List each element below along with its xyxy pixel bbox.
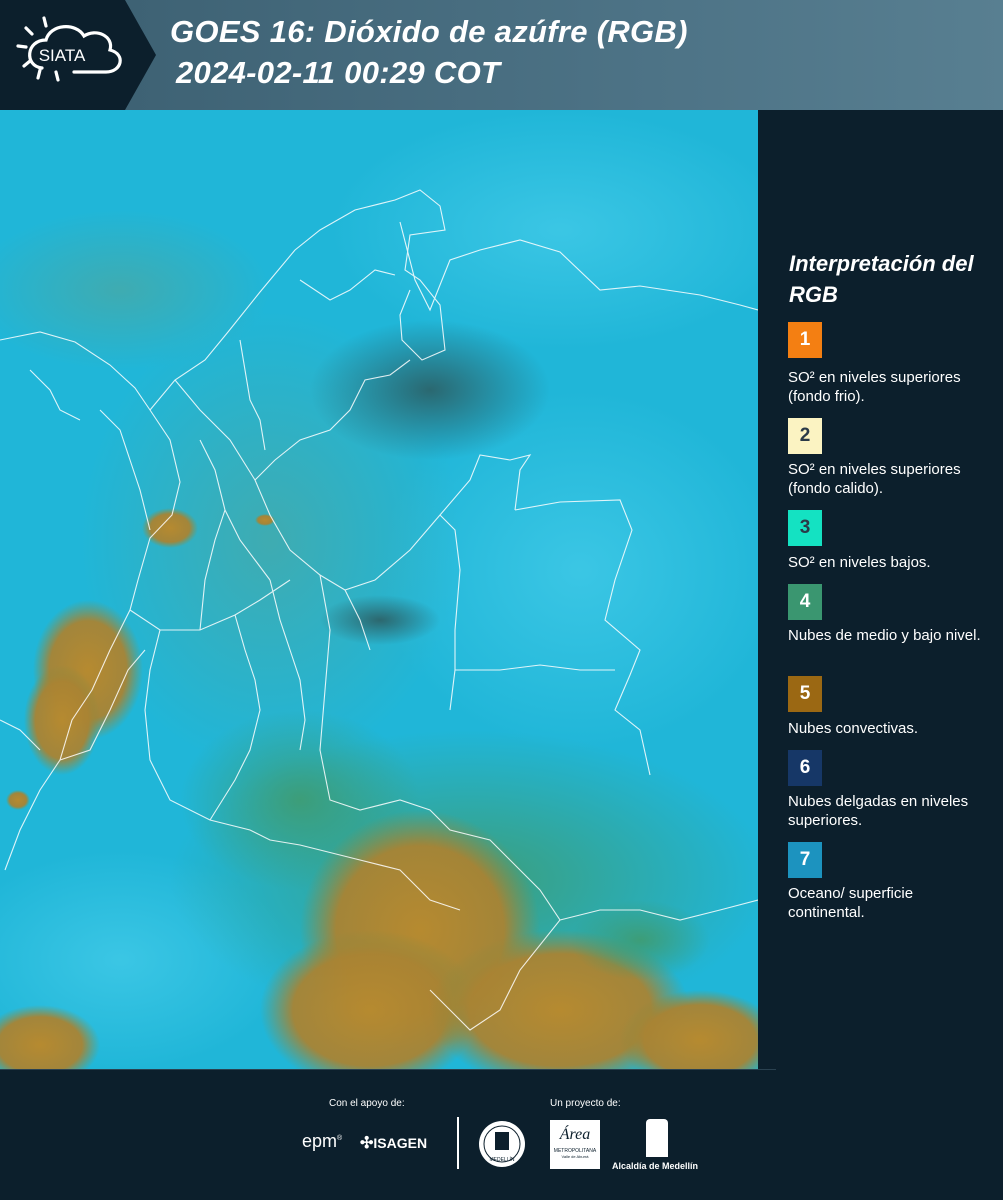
- svg-text:SIATA: SIATA: [39, 46, 86, 65]
- siata-logo: SIATA: [16, 16, 122, 82]
- legend-swatch-1: 1: [788, 322, 822, 358]
- footer: Con el apoyo de: Un proyecto de: epm® ✣I…: [0, 1069, 1003, 1200]
- legend-swatch-3: 3: [788, 510, 822, 546]
- page-title: GOES 16: Dióxido de azúfre (RGB): [170, 14, 688, 49]
- satellite-map: [0, 110, 758, 1069]
- footer-divider: [0, 1069, 776, 1070]
- legend-swatch-6: 6: [788, 750, 822, 786]
- project-label: Un proyecto de:: [550, 1098, 621, 1109]
- legend-swatch-7: 7: [788, 842, 822, 878]
- legend-swatch-2: 2: [788, 418, 822, 454]
- legend-swatch-4: 4: [788, 584, 822, 620]
- footer-separator: [457, 1117, 459, 1169]
- alcaldia-label: Alcaldía de Medellín: [612, 1161, 699, 1171]
- legend-label-6: Nubes delgadas en niveles superiores.: [788, 793, 969, 829]
- header: SIATA GOES 16: Dióxido de azúfre (RGB) 2…: [0, 0, 1003, 110]
- legend-label-4: Nubes de medio y bajo nivel.: [788, 627, 981, 644]
- legend-label-3: SO² en niveles bajos.: [788, 554, 931, 571]
- svg-text:MEDELLÍN: MEDELLÍN: [489, 1156, 514, 1163]
- page-timestamp: 2024-02-11 00:29 COT: [176, 55, 501, 90]
- satellite-image: [0, 110, 758, 1069]
- support-label: Con el apoyo de:: [329, 1098, 405, 1109]
- legend-title: Interpretación del RGB: [789, 251, 974, 307]
- legend-label-1: SO² en niveles superiores (fondo frio).: [788, 369, 961, 405]
- epm-logo: epm®: [302, 1131, 343, 1151]
- legend-label-7: Oceano/ superficie continental.: [788, 885, 914, 921]
- isagen-logo: ✣ISAGEN: [360, 1135, 428, 1152]
- medellin-seal-logo: MEDELLÍN: [479, 1121, 525, 1167]
- legend-label-2: SO² en niveles superiores (fondo calido)…: [788, 461, 961, 497]
- area-metropolitana-logo: Área METROPOLITANA Valle de Aburrá: [550, 1120, 600, 1169]
- alcaldia-shield-icon: [646, 1119, 668, 1157]
- legend-panel: Interpretación del RGB 1 SO² en niveles …: [758, 110, 1003, 1069]
- legend-swatch-5: 5: [788, 676, 822, 712]
- legend-label-5: Nubes convectivas.: [788, 720, 919, 737]
